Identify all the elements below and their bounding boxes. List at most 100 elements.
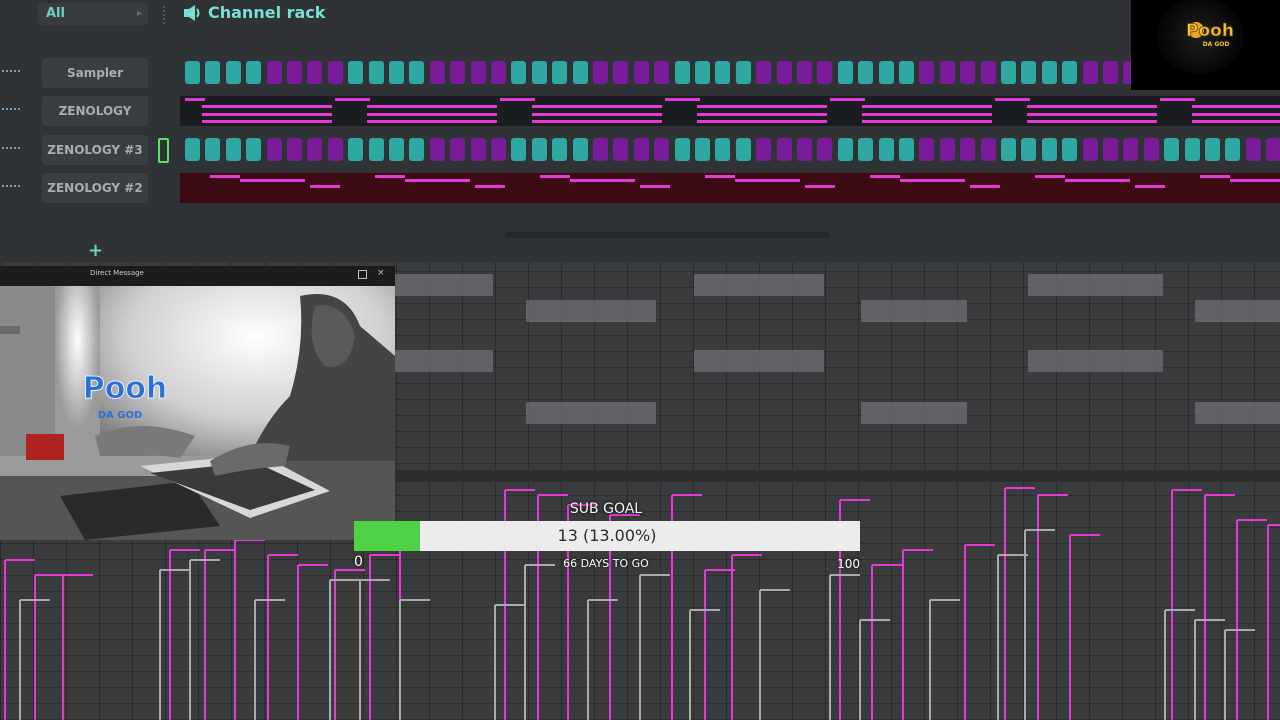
step-button[interactable] — [878, 138, 894, 161]
step-sequencer[interactable] — [180, 56, 1280, 90]
step-button[interactable] — [307, 138, 323, 161]
channel-filter-select[interactable]: All ▸ — [38, 3, 148, 25]
step-button[interactable] — [368, 61, 384, 84]
step-button[interactable] — [246, 138, 262, 161]
step-button[interactable] — [1082, 138, 1098, 161]
step-button[interactable] — [1062, 61, 1078, 84]
step-button[interactable] — [613, 138, 629, 161]
step-button[interactable] — [429, 138, 445, 161]
step-button[interactable] — [266, 61, 282, 84]
step-button[interactable] — [1021, 61, 1037, 84]
step-button[interactable] — [899, 61, 914, 84]
piano-roll-preview[interactable] — [180, 94, 1280, 128]
channel-mute-toggle[interactable] — [2, 185, 20, 188]
step-button[interactable] — [389, 138, 404, 161]
step-button[interactable] — [1001, 138, 1016, 161]
step-button[interactable] — [368, 138, 384, 161]
step-button[interactable] — [327, 138, 343, 161]
step-button[interactable] — [695, 61, 710, 84]
step-button[interactable] — [980, 138, 996, 161]
step-button[interactable] — [633, 138, 649, 161]
step-button[interactable] — [1143, 138, 1159, 161]
step-button[interactable] — [552, 61, 568, 84]
step-button[interactable] — [858, 61, 874, 84]
piano-roll-preview[interactable] — [180, 171, 1280, 205]
step-button[interactable] — [960, 138, 976, 161]
channel-name-button[interactable]: Sampler — [42, 58, 148, 88]
step-button[interactable] — [654, 61, 670, 84]
step-button[interactable] — [939, 61, 955, 84]
channel-mute-toggle[interactable] — [2, 108, 20, 111]
step-button[interactable] — [531, 61, 547, 84]
step-button[interactable] — [1103, 61, 1118, 84]
step-button[interactable] — [878, 61, 894, 84]
step-button[interactable] — [674, 61, 690, 84]
step-sequencer[interactable] — [180, 133, 1280, 167]
step-button[interactable] — [756, 61, 772, 84]
channel-name-button[interactable]: ZENOLOGY — [42, 96, 148, 126]
step-button[interactable] — [205, 61, 221, 84]
step-button[interactable] — [1062, 138, 1078, 161]
step-button[interactable] — [429, 61, 445, 84]
step-button[interactable] — [1041, 61, 1057, 84]
step-button[interactable] — [919, 138, 935, 161]
step-button[interactable] — [491, 138, 506, 161]
step-button[interactable] — [858, 138, 874, 161]
step-button[interactable] — [1205, 138, 1220, 161]
speaker-icon[interactable] — [183, 4, 203, 22]
channel-name-button[interactable]: ZENOLOGY #2 — [42, 173, 148, 203]
step-button[interactable] — [409, 61, 425, 84]
step-button[interactable] — [287, 138, 302, 161]
step-button[interactable] — [939, 138, 955, 161]
step-button[interactable] — [348, 61, 364, 84]
step-button[interactable] — [715, 61, 731, 84]
step-button[interactable] — [266, 138, 282, 161]
close-icon[interactable]: × — [377, 268, 385, 278]
step-button[interactable] — [593, 61, 608, 84]
step-button[interactable] — [654, 138, 670, 161]
step-button[interactable] — [1103, 138, 1118, 161]
step-button[interactable] — [307, 61, 323, 84]
step-button[interactable] — [1225, 138, 1241, 161]
step-button[interactable] — [1001, 61, 1016, 84]
step-button[interactable] — [572, 138, 588, 161]
step-button[interactable] — [450, 138, 466, 161]
step-button[interactable] — [776, 138, 792, 161]
step-button[interactable] — [899, 138, 914, 161]
step-button[interactable] — [389, 61, 404, 84]
step-button[interactable] — [593, 138, 608, 161]
step-button[interactable] — [225, 138, 241, 161]
step-button[interactable] — [470, 61, 486, 84]
step-button[interactable] — [695, 138, 710, 161]
maximize-icon[interactable] — [358, 270, 367, 279]
step-button[interactable] — [919, 61, 935, 84]
step-button[interactable] — [817, 138, 833, 161]
step-button[interactable] — [797, 138, 812, 161]
step-button[interactable] — [960, 61, 976, 84]
channel-name-button[interactable]: ZENOLOGY #3 — [42, 135, 148, 165]
step-button[interactable] — [531, 138, 547, 161]
step-button[interactable] — [1021, 138, 1037, 161]
step-button[interactable] — [837, 61, 853, 84]
step-button[interactable] — [572, 61, 588, 84]
step-button[interactable] — [491, 61, 506, 84]
step-button[interactable] — [1164, 138, 1180, 161]
step-button[interactable] — [817, 61, 833, 84]
step-button[interactable] — [450, 61, 466, 84]
step-button[interactable] — [1245, 138, 1261, 161]
step-button[interactable] — [837, 138, 853, 161]
channel-mute-toggle[interactable] — [2, 70, 20, 73]
step-button[interactable] — [756, 138, 772, 161]
step-button[interactable] — [776, 61, 792, 84]
add-channel-button[interactable]: + — [88, 240, 103, 261]
channel-mute-toggle[interactable] — [2, 147, 20, 150]
step-button[interactable] — [552, 138, 568, 161]
step-button[interactable] — [613, 61, 629, 84]
step-button[interactable] — [205, 138, 221, 161]
step-button[interactable] — [287, 61, 302, 84]
step-button[interactable] — [1266, 138, 1280, 161]
step-button[interactable] — [327, 61, 343, 84]
step-button[interactable] — [511, 138, 527, 161]
step-button[interactable] — [735, 61, 751, 84]
step-button[interactable] — [797, 61, 812, 84]
